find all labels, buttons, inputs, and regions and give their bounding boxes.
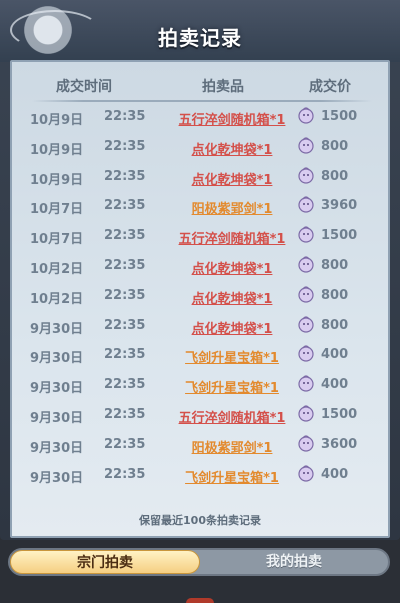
record-item-link[interactable]: 点化乾坤袋*1 bbox=[172, 169, 292, 188]
record-item-link[interactable]: 五行淬剑随机箱*1 bbox=[172, 407, 292, 426]
spirit-coin-icon bbox=[297, 434, 315, 452]
record-price: 3960 bbox=[321, 198, 358, 214]
table-row: 9月30日 22:35 五行淬剑随机箱*1 1500 bbox=[12, 400, 388, 430]
record-time: 22:35 bbox=[104, 347, 146, 363]
record-item-link[interactable]: 飞剑升星宝箱*1 bbox=[172, 377, 292, 396]
table-row: 10月9日 22:35 点化乾坤袋*1 800 bbox=[12, 162, 388, 192]
spirit-coin-icon bbox=[297, 195, 315, 213]
record-date: 9月30日 bbox=[30, 470, 84, 486]
record-price: 400 bbox=[321, 466, 349, 482]
record-price: 400 bbox=[321, 347, 349, 363]
page-title: 拍卖记录 bbox=[158, 26, 242, 50]
table-row: 10月9日 22:35 点化乾坤袋*1 800 bbox=[12, 132, 388, 162]
auction-window: 拍卖记录 成交时间 拍卖品 成交价 10月9日 22:35 五行淬剑随机箱*1 150… bbox=[0, 0, 400, 540]
record-date: 10月9日 bbox=[30, 142, 84, 158]
record-item-link[interactable]: 飞剑升星宝箱*1 bbox=[172, 467, 292, 486]
record-date: 9月30日 bbox=[30, 440, 84, 456]
table-row: 9月30日 22:35 点化乾坤袋*1 800 bbox=[12, 311, 388, 341]
table-row: 9月30日 22:35 阳极紫郢剑*1 3600 bbox=[12, 430, 388, 460]
record-price: 3600 bbox=[321, 436, 358, 452]
record-item-link[interactable]: 五行淬剑随机箱*1 bbox=[172, 228, 292, 247]
column-header-time: 成交时间 bbox=[56, 79, 112, 95]
table-row: 10月9日 22:35 五行淬剑随机箱*1 1500 bbox=[12, 102, 388, 132]
record-item-link[interactable]: 点化乾坤袋*1 bbox=[172, 288, 292, 307]
spirit-coin-icon bbox=[297, 315, 315, 333]
record-time: 22:35 bbox=[104, 168, 146, 184]
spirit-coin-icon bbox=[297, 255, 315, 273]
record-price: 400 bbox=[321, 377, 349, 393]
spirit-coin-icon bbox=[297, 166, 315, 184]
record-price: 1500 bbox=[321, 228, 358, 244]
spirit-coin-icon bbox=[297, 285, 315, 303]
table-row: 10月2日 22:35 点化乾坤袋*1 800 bbox=[12, 281, 388, 311]
record-time: 22:35 bbox=[104, 198, 146, 214]
spirit-coin-icon bbox=[297, 374, 315, 392]
record-time: 22:35 bbox=[104, 466, 146, 482]
record-time: 22:35 bbox=[104, 257, 146, 273]
column-header-item: 拍卖品 bbox=[202, 79, 244, 95]
record-date: 9月30日 bbox=[30, 321, 84, 337]
record-time: 22:35 bbox=[104, 228, 146, 244]
table-row: 9月30日 22:35 飞剑升星宝箱*1 400 bbox=[12, 340, 388, 370]
record-time: 22:35 bbox=[104, 406, 146, 422]
record-date: 10月9日 bbox=[30, 172, 84, 188]
record-time: 22:35 bbox=[104, 138, 146, 154]
record-price: 800 bbox=[321, 168, 349, 184]
record-price: 800 bbox=[321, 287, 349, 303]
records-list[interactable]: 10月9日 22:35 五行淬剑随机箱*1 1500 10月9日 22:35 点化乾坤袋*1… bbox=[12, 102, 388, 496]
record-item-link[interactable]: 阳极紫郢剑*1 bbox=[172, 437, 292, 456]
record-price: 800 bbox=[321, 317, 349, 333]
spirit-coin-icon bbox=[297, 136, 315, 154]
record-time: 22:35 bbox=[104, 287, 146, 303]
record-date: 10月2日 bbox=[30, 291, 84, 307]
record-time: 22:35 bbox=[104, 317, 146, 333]
table-row: 10月7日 22:35 五行淬剑随机箱*1 1500 bbox=[12, 221, 388, 251]
record-date: 9月30日 bbox=[30, 381, 84, 397]
record-price: 800 bbox=[321, 257, 349, 273]
record-price: 1500 bbox=[321, 406, 358, 422]
retention-note: 保留最近100条拍卖记录 bbox=[139, 514, 261, 527]
bottom-ornament bbox=[186, 598, 214, 603]
record-date: 10月9日 bbox=[30, 113, 84, 128]
table-row: 10月7日 22:35 阳极紫郢剑*1 3960 bbox=[12, 191, 388, 221]
table-row: 9月30日 22:35 飞剑升星宝箱*1 400 bbox=[12, 460, 388, 490]
record-item-link[interactable]: 点化乾坤袋*1 bbox=[172, 318, 292, 337]
record-price: 800 bbox=[321, 138, 349, 154]
spirit-coin-icon bbox=[297, 464, 315, 482]
record-time: 22:35 bbox=[104, 377, 146, 393]
record-date: 9月30日 bbox=[30, 351, 84, 367]
spirit-coin-icon bbox=[297, 106, 315, 124]
record-item-link[interactable]: 点化乾坤袋*1 bbox=[172, 258, 292, 277]
record-time: 22:35 bbox=[104, 109, 146, 124]
spirit-coin-icon bbox=[297, 404, 315, 422]
table-row: 9月30日 22:35 飞剑升星宝箱*1 400 bbox=[12, 370, 388, 400]
record-date: 9月30日 bbox=[30, 410, 84, 426]
record-date: 10月2日 bbox=[30, 261, 84, 277]
record-price: 1500 bbox=[321, 109, 358, 124]
record-date: 10月7日 bbox=[30, 232, 84, 248]
tab-sect-auction[interactable]: 宗门拍卖 bbox=[10, 550, 200, 574]
record-time: 22:35 bbox=[104, 436, 146, 452]
table-row: 10月2日 22:35 点化乾坤袋*1 800 bbox=[12, 251, 388, 281]
record-item-link[interactable]: 点化乾坤袋*1 bbox=[172, 139, 292, 158]
spirit-coin-icon bbox=[297, 225, 315, 243]
tab-my-auction[interactable]: 我的拍卖 bbox=[200, 550, 388, 574]
column-header-price: 成交价 bbox=[309, 79, 351, 95]
spirit-coin-icon bbox=[297, 344, 315, 362]
tab-bar: 宗门拍卖 我的拍卖 bbox=[8, 548, 390, 576]
record-item-link[interactable]: 五行淬剑随机箱*1 bbox=[172, 109, 292, 128]
record-item-link[interactable]: 飞剑升星宝箱*1 bbox=[172, 347, 292, 366]
records-panel: 成交时间 拍卖品 成交价 10月9日 22:35 五行淬剑随机箱*1 1500 10月9… bbox=[10, 60, 390, 538]
record-item-link[interactable]: 阳极紫郢剑*1 bbox=[172, 198, 292, 217]
window-header: 拍卖记录 bbox=[0, 0, 400, 62]
record-date: 10月7日 bbox=[30, 202, 84, 218]
